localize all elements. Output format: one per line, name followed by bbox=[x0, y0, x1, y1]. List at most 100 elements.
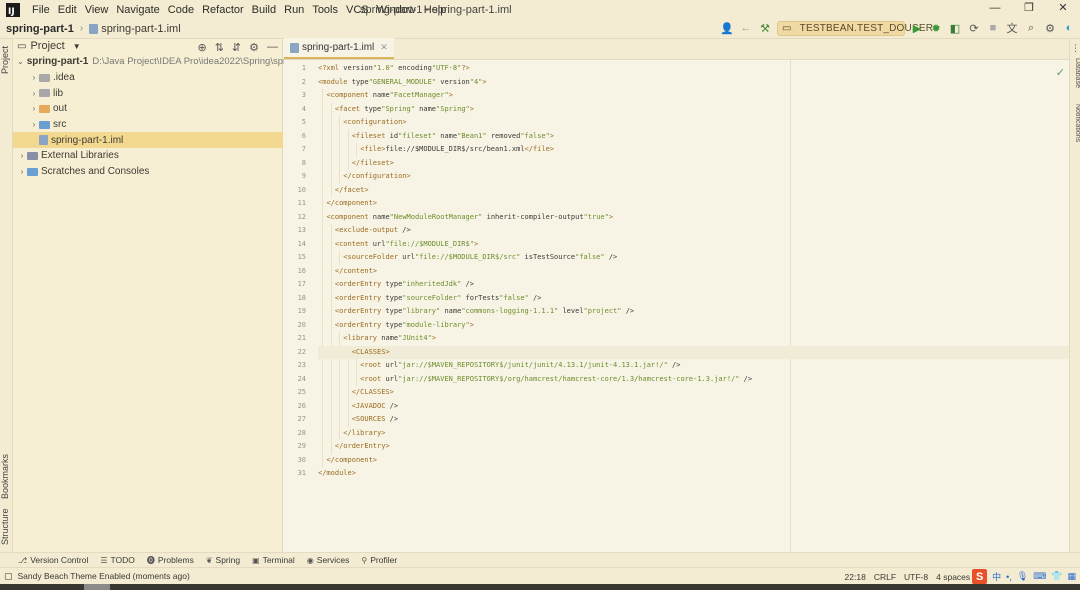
code-line[interactable]: <orderEntry type"inheritedJdk" /> bbox=[318, 278, 474, 292]
project-panel-title[interactable]: Project bbox=[30, 40, 64, 52]
chevron-down-icon[interactable]: ⌄ bbox=[17, 57, 24, 66]
code-line[interactable]: </facet> bbox=[318, 184, 369, 198]
code-line[interactable]: </content> bbox=[318, 265, 377, 279]
hammer-build-icon[interactable]: ⚒ bbox=[758, 22, 772, 35]
menu-build[interactable]: Build bbox=[248, 4, 280, 16]
translate-icon[interactable]: 文 bbox=[1005, 20, 1019, 36]
tree-item-idea[interactable]: › .idea bbox=[13, 70, 283, 86]
ime-logo-icon[interactable]: S bbox=[972, 569, 988, 584]
microphone-icon[interactable]: 🎙 bbox=[1017, 571, 1028, 582]
gear-icon[interactable]: ⚙ bbox=[1043, 22, 1057, 35]
inspection-ok-icon[interactable]: ✓ bbox=[1056, 66, 1065, 79]
tab-structure-vertical[interactable]: Structure bbox=[0, 507, 13, 547]
caret-position[interactable]: 22:18 bbox=[845, 572, 866, 582]
code-line[interactable]: <CLASSES> bbox=[318, 345, 1069, 359]
code-line[interactable]: <?xml version"1.0" encoding"UTF-8"?> bbox=[318, 62, 470, 76]
tool-window-problems[interactable]: ⓿ Problems bbox=[147, 555, 194, 566]
plugin-logo-icon[interactable]: ◐ bbox=[1062, 22, 1076, 34]
coverage-icon[interactable]: ◧ bbox=[948, 22, 962, 35]
tree-item-external-libraries[interactable]: › External Libraries bbox=[13, 148, 283, 164]
chevron-right-icon[interactable]: › bbox=[29, 120, 39, 129]
search-icon[interactable]: ⌕ bbox=[1024, 22, 1038, 35]
grid-menu-icon[interactable]: ▦ bbox=[1067, 571, 1076, 582]
code-line[interactable]: <orderEntry type"library" name"commons-l… bbox=[318, 305, 634, 319]
tab-spring-part-1-iml[interactable]: spring-part-1.iml ✕ bbox=[284, 38, 394, 59]
expand-all-icon[interactable]: ⇅ bbox=[215, 41, 224, 54]
code-line[interactable]: <orderEntry type"sourceFolder" forTests"… bbox=[318, 292, 542, 306]
tab-bookmarks-vertical[interactable]: Bookmarks bbox=[0, 451, 13, 501]
code-line[interactable]: <content url"file://$MODULE_DIR$"> bbox=[318, 238, 478, 252]
code-line[interactable]: </component> bbox=[318, 197, 377, 211]
chevron-down-icon[interactable]: ▼ bbox=[73, 42, 81, 51]
minimize-panel-icon[interactable]: — bbox=[267, 41, 278, 54]
code-line[interactable]: <configuration> bbox=[318, 116, 406, 130]
minimize-button[interactable]: — bbox=[978, 0, 1012, 19]
tab-database-vertical[interactable]: Database bbox=[1070, 53, 1080, 93]
tab-notifications-vertical[interactable]: Notifications bbox=[1070, 101, 1080, 145]
ime-punctuation-icon[interactable]: •, bbox=[1006, 572, 1012, 582]
ime-language[interactable]: 中 bbox=[992, 570, 1001, 583]
code-line[interactable]: <exclude-output /> bbox=[318, 224, 411, 238]
close-tab-icon[interactable]: ✕ bbox=[380, 42, 388, 53]
code-line[interactable]: </fileset> bbox=[318, 157, 394, 171]
gear-icon[interactable]: ⚙ bbox=[249, 41, 259, 54]
menu-refactor[interactable]: Refactor bbox=[198, 4, 248, 16]
tree-item-spring-part-1-iml[interactable]: spring-part-1.iml bbox=[13, 132, 283, 149]
intellij-logo-icon[interactable]: IJ bbox=[6, 2, 20, 17]
breadcrumb-project[interactable]: spring-part-1 bbox=[0, 23, 74, 35]
code-line[interactable]: </component> bbox=[318, 454, 377, 468]
menu-edit[interactable]: Edit bbox=[54, 4, 81, 16]
code-line[interactable]: </module> bbox=[318, 467, 356, 481]
code-line[interactable]: <file>file://$MODULE_DIR$/src/bean1.xml<… bbox=[318, 143, 554, 157]
code-line[interactable]: <facet type"Spring" name"Spring"> bbox=[318, 103, 474, 117]
indent-setting[interactable]: 4 spaces bbox=[936, 572, 970, 582]
user-icon[interactable]: 👤 bbox=[720, 22, 734, 35]
tree-item-lib[interactable]: › lib bbox=[13, 85, 283, 101]
chevron-right-icon[interactable]: › bbox=[29, 104, 39, 113]
code-line[interactable]: </orderEntry> bbox=[318, 440, 390, 454]
stop-icon[interactable]: ■ bbox=[986, 22, 1000, 34]
tree-item-out[interactable]: › out bbox=[13, 101, 283, 117]
menu-view[interactable]: View bbox=[81, 4, 113, 16]
tool-window-services[interactable]: ◉ Services bbox=[307, 555, 350, 565]
code-line[interactable]: <fileset id"fileset" name"Bean1" removed… bbox=[318, 130, 554, 144]
restore-button[interactable]: ❐ bbox=[1012, 0, 1046, 19]
locate-icon[interactable]: ⊕ bbox=[197, 41, 206, 54]
menu-navigate[interactable]: Navigate bbox=[112, 4, 163, 16]
code-line[interactable]: </library> bbox=[318, 427, 385, 441]
menu-tools[interactable]: Tools bbox=[308, 4, 342, 16]
run-icon[interactable]: ▶ bbox=[910, 22, 924, 35]
status-message[interactable]: Sandy Beach Theme Enabled (moments ago) bbox=[18, 571, 190, 581]
menu-run[interactable]: Run bbox=[280, 4, 308, 16]
close-button[interactable]: ✕ bbox=[1046, 0, 1080, 19]
tool-window-version-control[interactable]: ⎇ Version Control bbox=[18, 555, 88, 565]
run-configuration-select[interactable]: ▭ TESTBEAN.TEST_DOUSER ▼ bbox=[777, 20, 941, 36]
chevron-right-icon[interactable]: › bbox=[17, 151, 27, 160]
debug-icon[interactable]: ✹ bbox=[929, 22, 943, 35]
file-encoding[interactable]: UTF-8 bbox=[904, 572, 928, 582]
status-window-icon[interactable]: ▢ bbox=[4, 571, 13, 582]
code-line[interactable]: <module type"GENERAL_MODULE" version"4"> bbox=[318, 76, 487, 90]
tree-item-scratches-and-consoles[interactable]: › Scratches and Consoles bbox=[13, 164, 283, 180]
breadcrumb-file[interactable]: spring-part-1.iml bbox=[89, 23, 181, 35]
keyboard-icon[interactable]: ⌨ bbox=[1033, 571, 1046, 582]
code-line[interactable]: <SOURCES /> bbox=[318, 413, 398, 427]
tool-window-profiler[interactable]: ⚲ Profiler bbox=[361, 555, 397, 565]
menu-file[interactable]: File bbox=[28, 4, 54, 16]
profile-icon[interactable]: ⟳ bbox=[967, 22, 981, 35]
code-editor[interactable]: 1 2 3 4 5 6 7 8 9 10 11 12 13 14 15 16 17 18 19 20 21 22 23 24 2… bbox=[284, 60, 1069, 552]
code-line[interactable]: <library name"JUnit4"> bbox=[318, 332, 436, 346]
chevron-right-icon[interactable]: › bbox=[17, 167, 27, 176]
chevron-right-icon[interactable]: › bbox=[29, 89, 39, 98]
code-line[interactable]: </configuration> bbox=[318, 170, 410, 184]
tool-window-todo[interactable]: ☰ TODO bbox=[100, 555, 135, 565]
collapse-all-icon[interactable]: ⇵ bbox=[232, 41, 241, 54]
chevron-right-icon[interactable]: › bbox=[29, 73, 39, 82]
code-line[interactable]: <sourceFolder url"file://$MODULE_DIR$/sr… bbox=[318, 251, 617, 265]
skin-shirt-icon[interactable]: 👕 bbox=[1051, 571, 1062, 582]
tree-item-spring-part-1[interactable]: ⌄ spring-part-1 D:\Java Project\IDEA Pro\i… bbox=[13, 54, 327, 70]
tool-window-spring[interactable]: ❦ Spring bbox=[206, 555, 240, 565]
taskbar-active-item[interactable] bbox=[84, 584, 110, 590]
code-line[interactable]: <component name"NewModuleRootManager" in… bbox=[318, 211, 613, 225]
code-line[interactable]: <orderEntry type"module-library"> bbox=[318, 319, 474, 333]
